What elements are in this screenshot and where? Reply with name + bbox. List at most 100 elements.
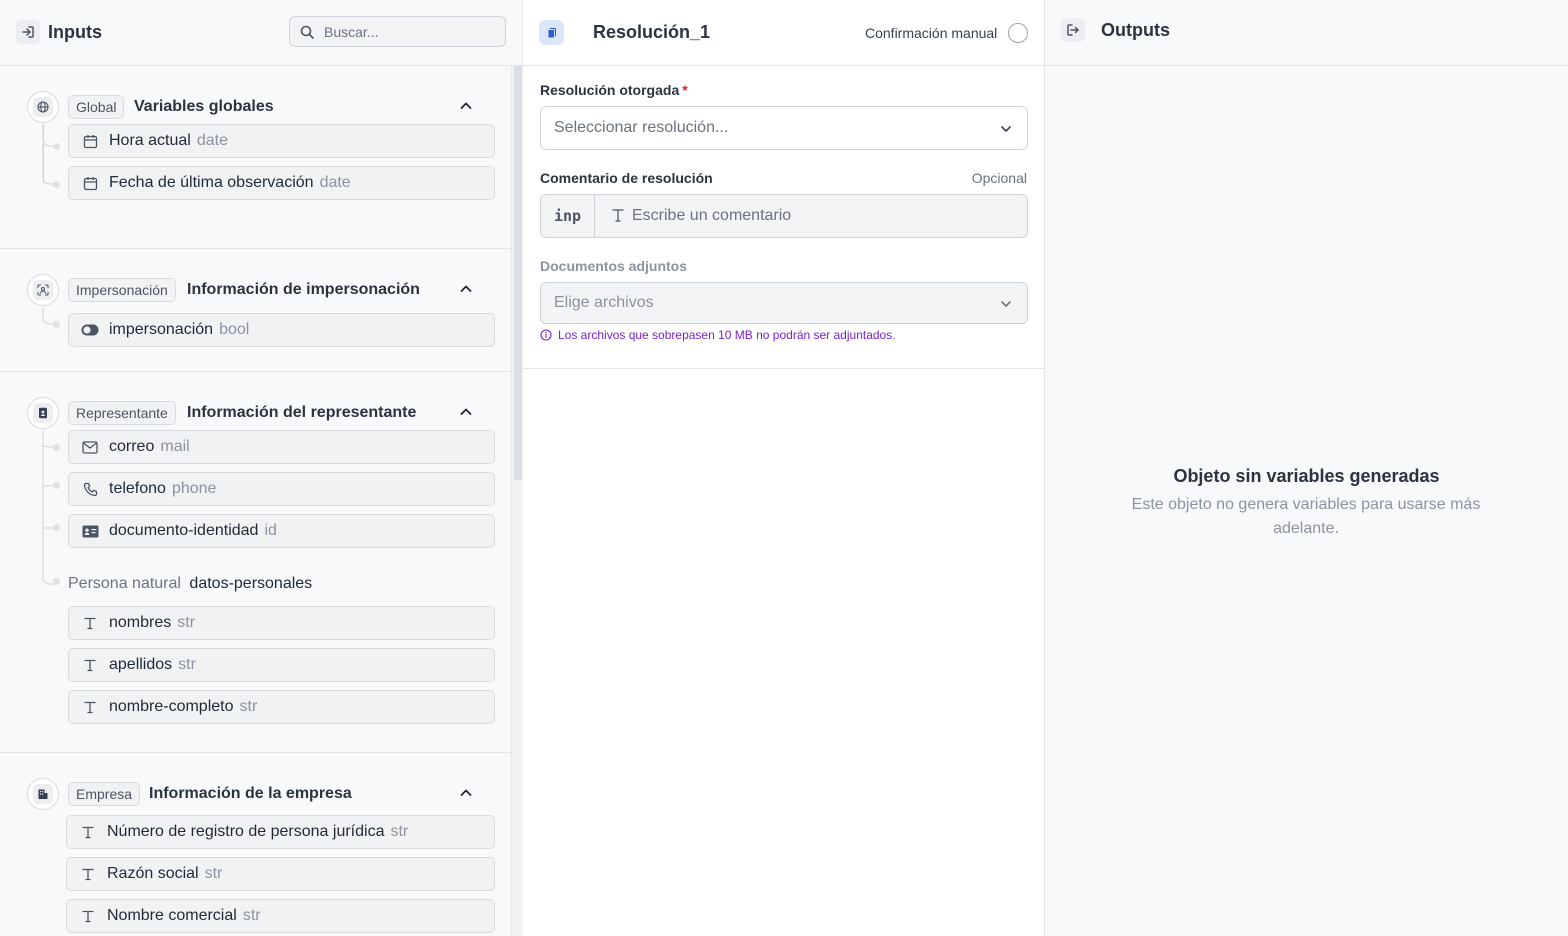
required-asterisk: * (682, 82, 688, 98)
variable-impersonacion[interactable]: impersonación bool (68, 313, 495, 347)
resolution-select-placeholder: Seleccionar resolución... (554, 119, 729, 136)
calendar-icon (81, 132, 99, 150)
text-icon (612, 209, 624, 222)
id-badge-icon (27, 397, 59, 429)
variable-type: str (390, 823, 409, 840)
subgroup-key: datos-personales (189, 575, 313, 592)
id-card-icon (81, 522, 99, 540)
calendar-icon (81, 174, 99, 192)
variable-name: Razón social (107, 865, 199, 882)
search-box[interactable] (289, 16, 506, 47)
variable-name: Hora actual (109, 132, 191, 149)
phone-icon (81, 480, 99, 498)
inputs-header: Inputs (0, 0, 522, 66)
variable-type: str (178, 656, 196, 673)
group-tag: Empresa (68, 782, 141, 806)
variable-fecha-ultima-observacion[interactable]: Fecha de última observación date (68, 166, 495, 200)
variable-type: str (242, 907, 261, 924)
divider (0, 248, 511, 249)
variable-name: Número de registro de persona jurídica (107, 823, 385, 840)
variable-correo[interactable]: correo mail (68, 430, 495, 464)
variable-razon-social[interactable]: Razón social str (66, 857, 495, 891)
variable-type: str (239, 698, 258, 715)
scrollbar[interactable] (511, 66, 523, 936)
variable-telefono[interactable]: telefono phone (68, 472, 495, 506)
chevron-up-icon[interactable] (458, 785, 474, 801)
scrollbar-thumb[interactable] (514, 66, 522, 480)
node-title: Resolución_1 (593, 22, 711, 42)
input-mode-button[interactable]: inp (541, 195, 595, 237)
resolution-label: Resolución otorgada * (540, 82, 688, 98)
manual-confirmation-toggle[interactable] (1008, 23, 1028, 43)
variable-type: str (177, 614, 196, 631)
tree-lines (42, 124, 56, 185)
variable-name: correo (109, 438, 155, 455)
face-scan-icon (27, 274, 59, 306)
text-icon (79, 865, 97, 883)
resolution-select[interactable]: Seleccionar resolución... (540, 106, 1028, 150)
variable-nombre-comercial[interactable]: Nombre comercial str (66, 899, 495, 933)
variable-type: id (264, 522, 277, 539)
info-icon (540, 329, 552, 341)
divider (0, 752, 511, 753)
variable-nombre-completo[interactable]: nombre-completo str (68, 690, 495, 724)
file-size-hint-text: Los archivos que sobrepasen 10 MB no pod… (558, 328, 896, 342)
search-icon (300, 25, 314, 39)
variable-nombres[interactable]: nombres str (68, 606, 495, 640)
login-icon (16, 20, 40, 44)
outputs-title: Outputs (1101, 20, 1170, 40)
editor-header: Resolución_1 Confirmación manual (523, 0, 1044, 66)
inputs-panel: Inputs Global Variables globales Hora ac… (0, 0, 523, 936)
manual-confirmation-label: Confirmación manual (865, 25, 998, 41)
variable-name: impersonación (109, 321, 214, 338)
variable-type: mail (160, 438, 190, 455)
globe-icon (27, 91, 59, 123)
mail-icon (81, 438, 99, 456)
variable-apellidos[interactable]: apellidos str (68, 648, 495, 682)
text-icon (81, 656, 99, 674)
group-title: Información del representante (187, 404, 417, 421)
tree-lines (42, 430, 56, 585)
toggle-icon (81, 321, 99, 339)
text-icon (79, 823, 97, 841)
comment-input[interactable] (632, 205, 1012, 227)
variable-name: apellidos (109, 656, 173, 673)
variable-name: documento-identidad (109, 522, 259, 539)
group-title: Información de impersonación (187, 281, 420, 298)
group-title: Información de la empresa (149, 785, 352, 802)
variable-name: Fecha de última observación (109, 174, 314, 191)
comment-field[interactable]: inp (540, 194, 1028, 238)
resolution-label-text: Resolución otorgada (540, 82, 680, 98)
building-icon (27, 778, 59, 810)
subgroup-label: Persona natural datos-personales (68, 575, 312, 593)
outputs-panel: Outputs Objeto sin variables generadas E… (1045, 0, 1568, 936)
empty-state-title: Objeto sin variables generadas (1173, 466, 1440, 486)
documents-select[interactable]: Elige archivos (540, 282, 1028, 324)
variable-type: bool (219, 321, 250, 338)
text-icon (79, 907, 97, 925)
subgroup-name: Persona natural (68, 575, 181, 592)
outputs-header: Outputs (1045, 0, 1568, 66)
text-icon (81, 698, 99, 716)
chevron-up-icon[interactable] (458, 98, 474, 114)
group-title: Variables globales (134, 98, 274, 115)
divider (523, 368, 1045, 369)
variable-numero-registro[interactable]: Número de registro de persona jurídica s… (66, 815, 495, 849)
group-tag: Representante (68, 401, 176, 425)
inputs-title: Inputs (48, 22, 102, 42)
chevron-up-icon[interactable] (458, 281, 474, 297)
document-copy-icon (539, 20, 564, 45)
variable-name: nombres (109, 614, 172, 631)
group-tag: Impersonación (68, 278, 176, 302)
variable-documento-identidad[interactable]: documento-identidad id (68, 514, 495, 548)
chevron-up-icon[interactable] (458, 404, 474, 420)
search-input[interactable] (324, 21, 494, 43)
documents-label: Documentos adjuntos (540, 258, 688, 274)
file-size-hint: Los archivos que sobrepasen 10 MB no pod… (540, 328, 896, 342)
chevron-down-icon (1001, 301, 1011, 307)
group-tag: Global (68, 95, 125, 119)
tree-lines (42, 307, 56, 325)
variable-hora-actual[interactable]: Hora actual date (68, 124, 495, 158)
variable-name: telefono (109, 480, 166, 497)
variable-name: Nombre comercial (107, 907, 237, 924)
